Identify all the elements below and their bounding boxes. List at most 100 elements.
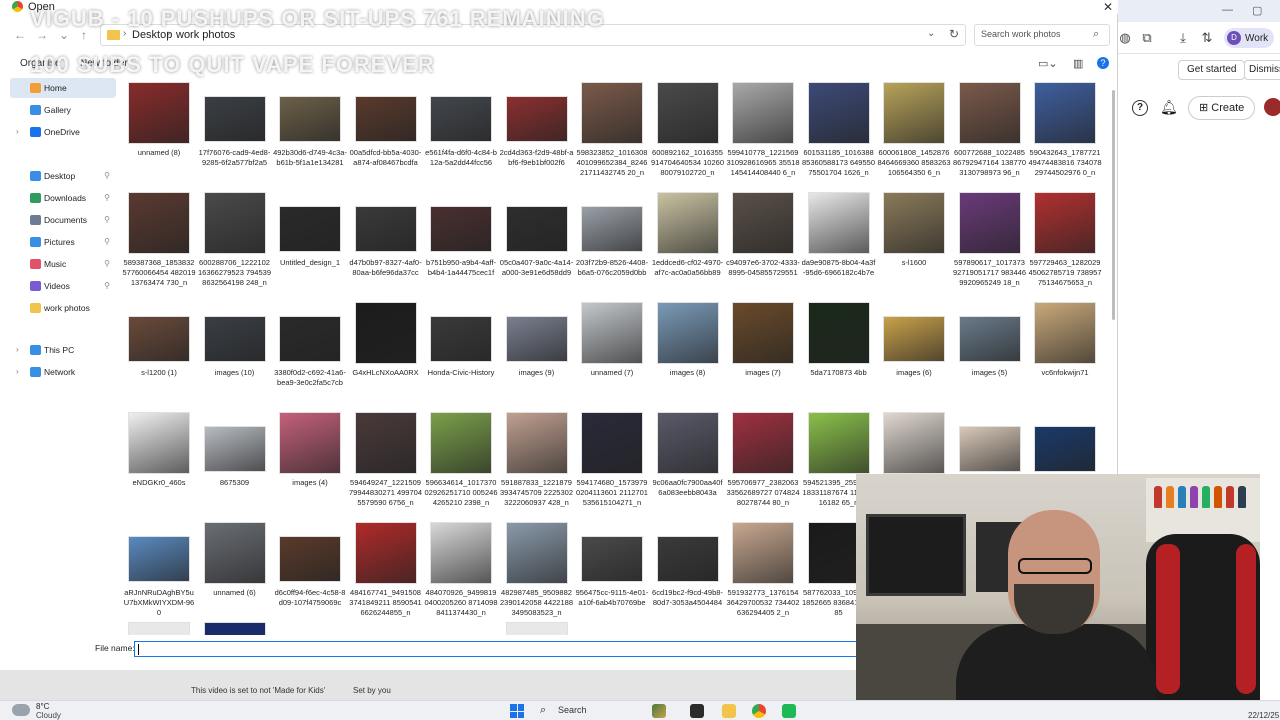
file-item[interactable] (122, 620, 196, 635)
create-button[interactable]: ⊞ Create (1188, 96, 1256, 120)
tab-search-icon[interactable]: ⇅ (1200, 31, 1214, 45)
start-icon[interactable] (510, 704, 524, 718)
file-item[interactable]: unnamed (6) (198, 520, 272, 628)
close-icon[interactable]: ✕ (1103, 0, 1113, 14)
file-explorer-icon[interactable] (722, 704, 736, 718)
file-item[interactable]: unnamed (8) (122, 80, 196, 188)
file-item[interactable]: Honda-Civic-History (424, 300, 498, 408)
file-item[interactable]: Untitled_design_1 (273, 190, 347, 298)
file-item[interactable]: images (9) (500, 300, 574, 408)
file-item[interactable]: unnamed (7) (575, 300, 649, 408)
file-item[interactable]: 600772688_102248586792947164 13877031307… (953, 80, 1027, 188)
nav-item[interactable]: Documents ⚲ (10, 210, 116, 230)
view-options-icon[interactable]: ▭⌄ (1038, 57, 1058, 70)
file-item[interactable]: 9c06aa0fc7900aa40f6a083eebb8043a (651, 410, 725, 518)
nav-item[interactable]: › OneDrive (10, 122, 116, 142)
address-bar[interactable]: › Desktop › work photos ⌄ ↻ (100, 24, 966, 46)
file-item[interactable]: s-l1600 (877, 190, 951, 298)
file-item[interactable]: 482987485_95098822390142058 442218834950… (500, 520, 574, 628)
file-item[interactable]: 492b30d6-d749-4c3a-b61b-5f1a1e134281 (273, 80, 347, 188)
minimize-icon[interactable]: — (1222, 4, 1233, 16)
file-item[interactable]: 596634614_101737002926251710 00524642652… (424, 410, 498, 518)
chrome-icon[interactable] (752, 704, 766, 718)
new-folder-button[interactable]: New folder (80, 58, 128, 69)
file-item[interactable]: c94097e6-3702-4333-8995-045855729551 (726, 190, 800, 298)
file-item[interactable]: 595706977_238206333562689727 07482480278… (726, 410, 800, 518)
file-item[interactable]: 5da7170873 4bb (802, 300, 876, 408)
widgets-icon[interactable] (652, 704, 666, 718)
file-item[interactable]: b751b950-a9b4-4aff-b4b4-1a44475cec1f (424, 190, 498, 298)
recent-chevron-icon[interactable]: ⌄ (56, 27, 72, 43)
extension-icon[interactable]: ◍ (1118, 31, 1132, 45)
expand-chevron-icon[interactable]: › (16, 340, 19, 360)
weather-description[interactable]: Cloudy (36, 711, 61, 720)
file-item[interactable]: 8675309 (198, 410, 272, 518)
file-item[interactable]: 203f72b9-8526-4408-b6a5-076c2059d0bb (575, 190, 649, 298)
expand-chevron-icon[interactable]: › (16, 122, 19, 142)
file-item[interactable]: e561f4fa-d6f0-4c84-b12a-5a2dd44fcc56 (424, 80, 498, 188)
bell-icon[interactable]: 🔔︎ (1160, 99, 1178, 116)
taskbar-search[interactable]: Search (558, 705, 587, 715)
file-item[interactable]: G4xHLcNXoAA0RX (349, 300, 423, 408)
download-icon[interactable]: ⤓ (1176, 31, 1190, 45)
file-item[interactable]: 594174680_15739790204113601 211270153561… (575, 410, 649, 518)
nav-item[interactable]: › Network (10, 362, 116, 382)
file-item[interactable]: 00a5dfcd-bb5a-4030-a874-af08467bcdfa (349, 80, 423, 188)
file-item[interactable]: 589387368_185383257760066454 48201913763… (122, 190, 196, 298)
file-item[interactable]: 956475cc-9115-4e01-a10f-6ab4b70769be (575, 520, 649, 628)
get-started-button[interactable]: Get started (1178, 60, 1246, 80)
file-item[interactable]: 2cd4d363-f2d9-48bf-abf6-f9eb1bf002f6 (500, 80, 574, 188)
file-item[interactable]: da9e90875-8b04-4a3f-95d6-6966182c4b7e (802, 190, 876, 298)
up-icon[interactable]: ↑ (76, 27, 92, 43)
file-item[interactable]: 601531185_101638885360588173 64955075501… (802, 80, 876, 188)
file-item[interactable]: 598323852_1016308401099652384_8246217114… (575, 80, 649, 188)
help-icon[interactable]: ? (1132, 100, 1148, 116)
nav-item[interactable]: Downloads ⚲ (10, 188, 116, 208)
nav-item[interactable]: Pictures ⚲ (10, 232, 116, 252)
dismiss-button[interactable]: Dismiss (1244, 60, 1280, 80)
file-item[interactable]: eNDGKr0_460s (122, 410, 196, 518)
file-item[interactable]: 1eddced6-cf02-4970-af7c-ac0a0a56bb89 (651, 190, 725, 298)
file-item[interactable] (198, 620, 272, 635)
preview-pane-icon[interactable]: ▥ (1073, 57, 1083, 70)
help-icon[interactable]: ? (1097, 57, 1109, 69)
file-item[interactable]: aRJnNRuDAghBY5uU7bXMkWIYXDM-960 (122, 520, 196, 628)
file-item[interactable]: d6c0ff94-f6ec-4c58-8d09-107f4759069c (273, 520, 347, 628)
search-box[interactable]: Search work photos ⌕ (974, 24, 1110, 46)
taskbar-search-icon[interactable]: ⌕ (540, 704, 546, 717)
expand-chevron-icon[interactable]: › (16, 362, 19, 382)
file-item[interactable]: 591932773_137615436429700532 73440263629… (726, 520, 800, 628)
weather-icon[interactable] (12, 704, 30, 716)
app-icon[interactable] (782, 704, 796, 718)
file-item[interactable]: 591887833_12218793934745709 222530232220… (500, 410, 574, 518)
channel-avatar[interactable] (1264, 98, 1280, 116)
file-item[interactable]: s-l1200 (1) (122, 300, 196, 408)
file-item[interactable]: 3380f0d2-c692-41a6-bea9-3e0c2fa5c7cb (273, 300, 347, 408)
nav-item[interactable]: Videos ⚲ (10, 276, 116, 296)
file-item[interactable]: images (4) (273, 410, 347, 518)
file-item[interactable]: 17f76076-cad9-4ed8-9285-6f2a577bf2a5 (198, 80, 272, 188)
file-name-input[interactable] (134, 641, 860, 657)
nav-item[interactable]: Gallery (10, 100, 116, 120)
file-item[interactable]: 590432643_178772149474483816 73407829744… (1028, 80, 1102, 188)
nav-item[interactable]: Music ⚲ (10, 254, 116, 274)
file-item[interactable]: images (7) (726, 300, 800, 408)
puzzle-icon[interactable]: ⧉ (1140, 31, 1154, 45)
file-item[interactable]: 597729463_128202945062785719 73895775134… (1028, 190, 1102, 298)
nav-item[interactable]: › This PC (10, 340, 116, 360)
file-item[interactable]: images (10) (198, 300, 272, 408)
nav-item[interactable]: work photos (10, 298, 116, 318)
file-item[interactable]: images (5) (953, 300, 1027, 408)
refresh-icon[interactable]: ↻ (949, 27, 959, 41)
file-item[interactable] (500, 620, 574, 635)
file-item[interactable]: 484070926_94998190400205260 871409884113… (424, 520, 498, 628)
scrollbar-thumb[interactable] (1112, 90, 1115, 320)
search-icon[interactable]: ⌕ (1093, 28, 1099, 41)
file-item[interactable]: 600892162_1016355914704640534 1026080079… (651, 80, 725, 188)
file-item[interactable]: 597890617_101737392719051717 98344699209… (953, 190, 1027, 298)
file-item[interactable]: images (6) (877, 300, 951, 408)
profile-button[interactable]: D Work (1224, 28, 1275, 48)
file-item[interactable]: 05c0a407-9a0c-4a14-a000-3e91e6d58dd9 (500, 190, 574, 298)
breadcrumb-work-photos[interactable]: work photos (176, 28, 235, 42)
maximize-icon[interactable]: ▢ (1252, 4, 1262, 17)
